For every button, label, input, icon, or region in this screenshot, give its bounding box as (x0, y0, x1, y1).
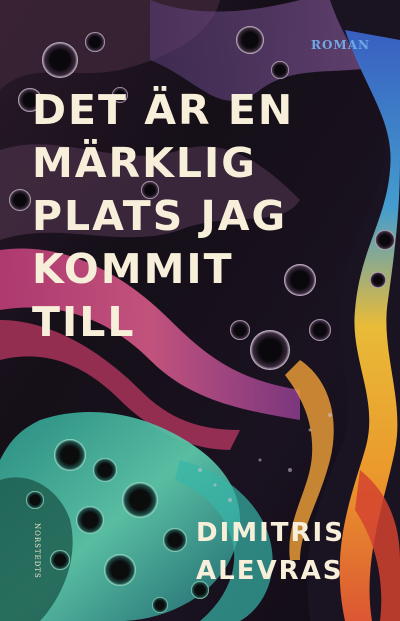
author-last-name: ALEVRAS (196, 556, 344, 586)
genre-label: ROMAN (311, 38, 370, 52)
author-first-name: DIMITRIS (196, 518, 345, 548)
book-cover: ROMAN DET ÄR EN MÄRKLIG PLATS JAG KOMMIT… (0, 0, 400, 621)
title-line: TILL (32, 298, 136, 346)
publisher-mark: NORSTEDTS (31, 523, 41, 593)
author-name: DIMITRIS ALEVRAS (196, 514, 345, 590)
title-line: MÄRKLIG (32, 139, 257, 187)
title-line: KOMMIT (32, 245, 234, 293)
book-title: DET ÄR EN MÄRKLIG PLATS JAG KOMMIT TILL (32, 84, 377, 349)
title-line: DET ÄR EN (32, 86, 295, 134)
title-line: PLATS JAG (32, 192, 288, 240)
publisher-name: NORSTEDTS (33, 523, 41, 579)
